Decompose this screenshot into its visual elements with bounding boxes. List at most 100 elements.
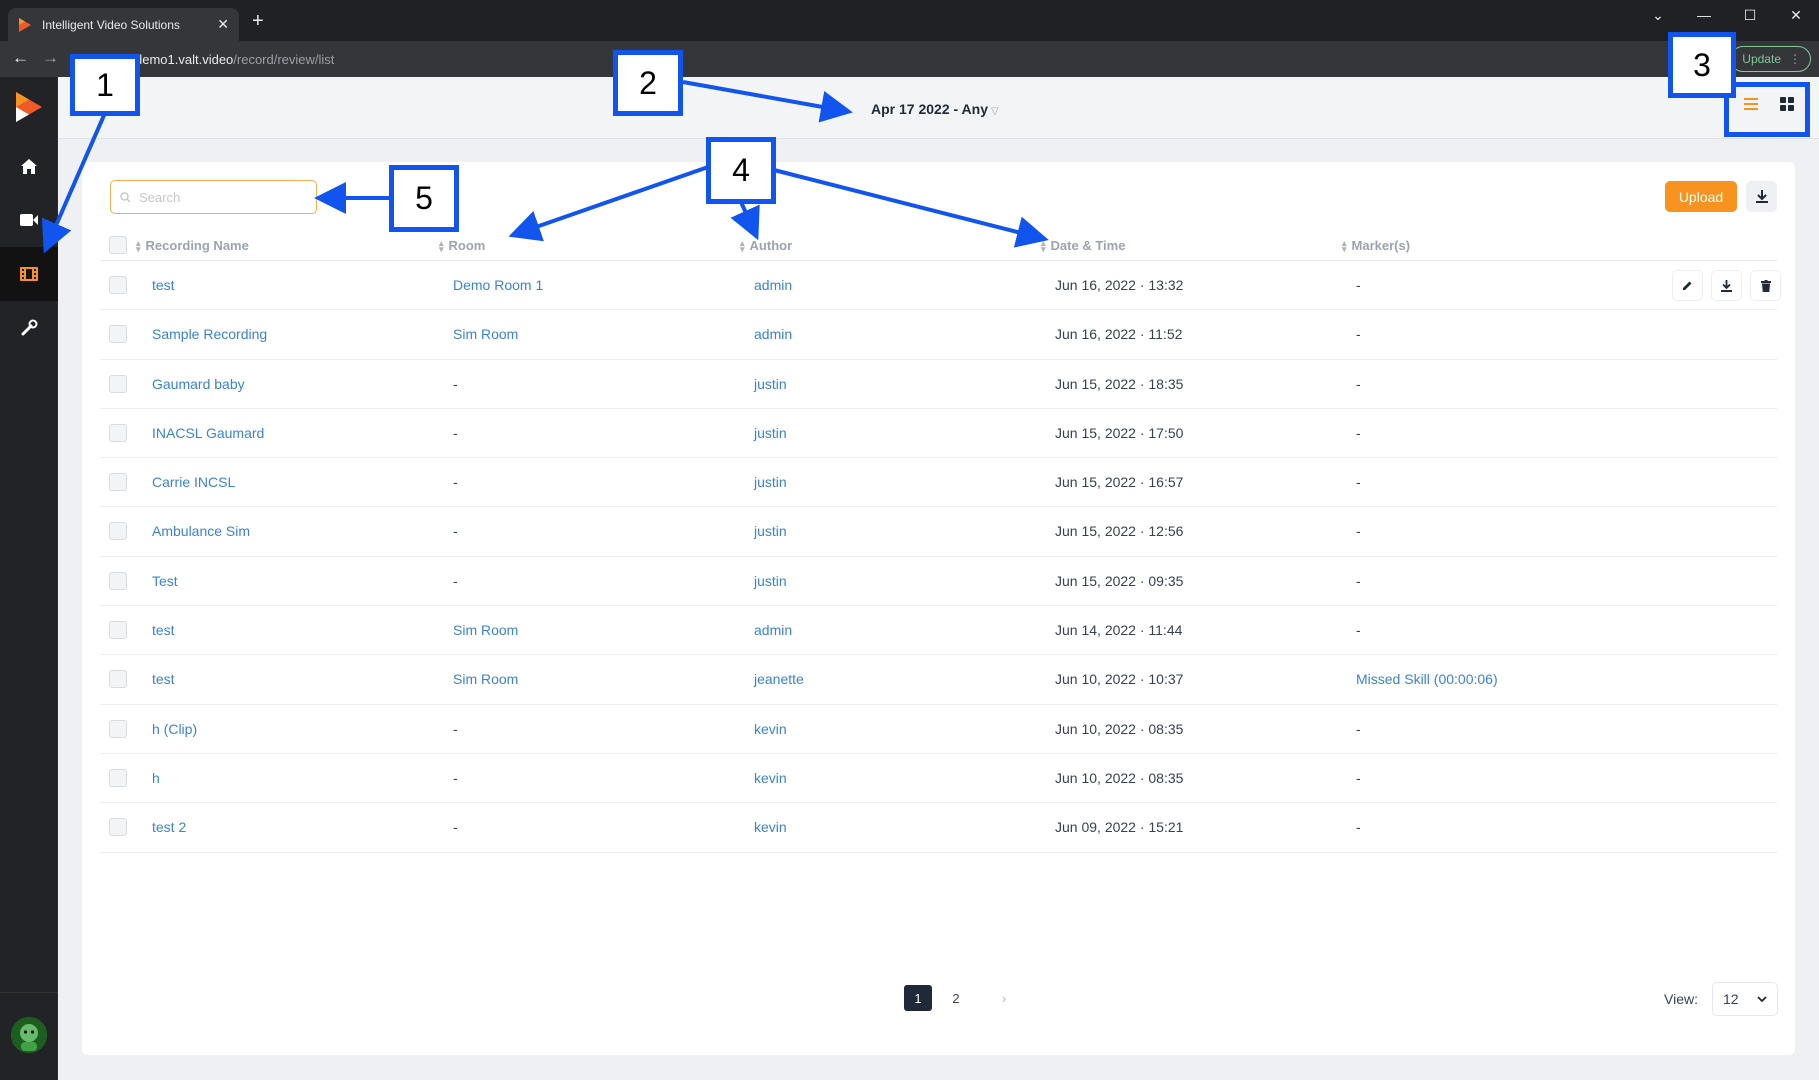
table-row[interactable]: Gaumard baby - justin Jun 15, 2022 · 18:35 - (100, 360, 1777, 409)
column-header-recording-name[interactable]: ▴ ▾ Recording Name (136, 238, 249, 253)
recording-name-link[interactable]: test (152, 622, 175, 638)
recording-name-link[interactable]: Sample Recording (152, 326, 267, 342)
markers-cell[interactable]: Missed Skill (00:00:06) (1356, 671, 1498, 687)
author-link[interactable]: justin (754, 474, 787, 490)
row-checkbox[interactable] (109, 670, 127, 689)
browser-tab-bar: Intelligent Video Solutions ✕ + ⌄ — ☐ ✕ (0, 0, 1819, 41)
author-link[interactable]: kevin (754, 721, 787, 737)
room-cell[interactable]: Demo Room 1 (453, 277, 543, 293)
recording-name-link[interactable]: Gaumard baby (152, 376, 245, 392)
recording-name-link[interactable]: Carrie INCSL (152, 474, 235, 490)
column-header-author[interactable]: ▴ ▾ Author (740, 238, 792, 253)
update-label: Update (1742, 52, 1781, 66)
recording-name-link[interactable]: Ambulance Sim (152, 523, 250, 539)
author-link[interactable]: justin (754, 376, 787, 392)
sort-icon: ▴ ▾ (1041, 237, 1046, 254)
table-row[interactable]: h (Clip) - kevin Jun 10, 2022 · 08:35 - (100, 705, 1777, 754)
recording-name-link[interactable]: test (152, 671, 175, 687)
author-link[interactable]: justin (754, 425, 787, 441)
row-checkbox[interactable] (109, 276, 127, 294)
url-field[interactable]: demo1.valt.video/record/review/list (135, 52, 334, 67)
page-1-button[interactable]: 1 (904, 985, 932, 1011)
user-avatar[interactable] (11, 1017, 47, 1053)
row-checkbox[interactable] (109, 423, 127, 442)
room-cell[interactable]: Sim Room (453, 622, 518, 638)
edit-button[interactable] (1673, 271, 1702, 300)
table-header: ▴ ▾ Recording Name ▴ ▾ Room ▴ ▾ Author ▴ ▾ Date … (100, 230, 1777, 261)
tab-search-icon[interactable]: ⌄ (1635, 0, 1681, 30)
row-checkbox[interactable] (109, 571, 127, 590)
sidebar-item-home[interactable] (0, 139, 58, 193)
room-cell[interactable]: Sim Room (453, 326, 518, 342)
author-link[interactable]: admin (754, 622, 792, 638)
view-toggle-highlight (1724, 82, 1810, 137)
date-range-filter[interactable]: Apr 17 2022 - Any ▽ (871, 101, 999, 117)
upload-button[interactable]: Upload (1665, 181, 1737, 212)
author-link[interactable]: jeanette (754, 671, 804, 687)
column-header-markers[interactable]: ▴ ▾ Marker(s) (1342, 238, 1410, 253)
table-row[interactable]: Sample Recording Sim Room admin Jun 16, 202… (100, 310, 1777, 360)
row-checkbox[interactable] (109, 325, 127, 344)
table-row[interactable]: Ambulance Sim - justin Jun 15, 2022 · 12:56… (100, 507, 1777, 557)
row-checkbox[interactable] (109, 374, 127, 393)
sidebar-item-review[interactable] (0, 247, 58, 301)
back-arrow-icon[interactable]: ← (12, 48, 29, 68)
recording-name-link[interactable]: INACSL Gaumard (152, 425, 264, 441)
tab-close-icon[interactable]: ✕ (217, 16, 229, 33)
table-row[interactable]: h - kevin Jun 10, 2022 · 08:35 - (100, 754, 1777, 804)
recording-name-link[interactable]: h (Clip) (152, 721, 197, 737)
table-row[interactable]: Carrie INCSL - justin Jun 15, 2022 · 16:57 - (100, 458, 1777, 508)
row-checkbox[interactable] (109, 522, 127, 541)
sidebar-item-tools[interactable] (0, 301, 58, 355)
row-checkbox[interactable] (109, 768, 127, 787)
search-box[interactable] (110, 180, 317, 214)
download-button[interactable] (1712, 271, 1741, 300)
minimize-button[interactable]: — (1681, 0, 1727, 30)
browser-tab[interactable]: Intelligent Video Solutions ✕ (8, 8, 239, 41)
table-row[interactable]: INACSL Gaumard - justin Jun 15, 2022 · 17:5… (100, 409, 1777, 459)
valt-logo-icon[interactable] (14, 90, 44, 124)
column-header-room[interactable]: ▴ ▾ Room (439, 238, 485, 253)
new-tab-button[interactable]: + (252, 11, 264, 31)
recording-name-link[interactable]: test 2 (152, 819, 186, 835)
search-input[interactable] (139, 189, 309, 205)
markers-cell: - (1356, 474, 1361, 491)
row-checkbox[interactable] (109, 473, 127, 492)
download-all-button[interactable] (1746, 181, 1777, 212)
app-sidebar (0, 77, 58, 1080)
forward-arrow-icon[interactable]: → (42, 48, 59, 68)
row-checkbox[interactable] (109, 719, 127, 738)
date-time-cell: Jun 16, 2022 · 11:52 (1055, 326, 1183, 343)
recordings-table: ▴ ▾ Recording Name ▴ ▾ Room ▴ ▾ Author ▴ ▾ Date … (100, 230, 1780, 853)
close-window-button[interactable]: ✕ (1773, 0, 1819, 30)
browser-update-button[interactable]: Update ⋮ (1730, 46, 1811, 72)
author-link[interactable]: justin (754, 523, 787, 539)
table-row[interactable]: Test - justin Jun 15, 2022 · 09:35 - (100, 557, 1777, 607)
author-link[interactable]: admin (754, 277, 792, 293)
room-cell: - (453, 375, 458, 392)
table-row[interactable]: test Sim Room admin Jun 14, 2022 · 11:44 - (100, 606, 1777, 656)
room-cell[interactable]: Sim Room (453, 671, 518, 687)
table-row[interactable]: test Sim Room jeanette Jun 10, 2022 · 10:37… (100, 655, 1777, 705)
author-link[interactable]: kevin (754, 770, 787, 786)
table-row[interactable]: test 2 - kevin Jun 09, 2022 · 15:21 - (100, 803, 1777, 853)
maximize-button[interactable]: ☐ (1727, 0, 1773, 30)
delete-button[interactable] (1751, 271, 1780, 300)
table-row[interactable]: test Demo Room 1 admin Jun 16, 2022 · 13:32… (100, 261, 1780, 311)
column-header-date-time[interactable]: ▴ ▾ Date & Time (1041, 238, 1125, 253)
next-page-button[interactable]: › (990, 985, 1018, 1011)
page-2-button[interactable]: 2 (942, 985, 970, 1011)
author-link[interactable]: admin (754, 326, 792, 342)
author-link[interactable]: justin (754, 573, 787, 589)
markers-cell: - (1356, 375, 1361, 392)
page-size-select[interactable]: 12 (1711, 982, 1778, 1016)
recording-name-link[interactable]: Test (152, 573, 178, 589)
author-link[interactable]: kevin (754, 819, 787, 835)
sidebar-item-record[interactable] (0, 193, 58, 247)
row-checkbox[interactable] (109, 818, 127, 837)
recording-name-link[interactable]: test (152, 277, 175, 293)
recording-name-link[interactable]: h (152, 770, 160, 786)
home-icon (21, 158, 37, 174)
select-all-checkbox[interactable] (109, 236, 127, 254)
row-checkbox[interactable] (109, 621, 127, 640)
